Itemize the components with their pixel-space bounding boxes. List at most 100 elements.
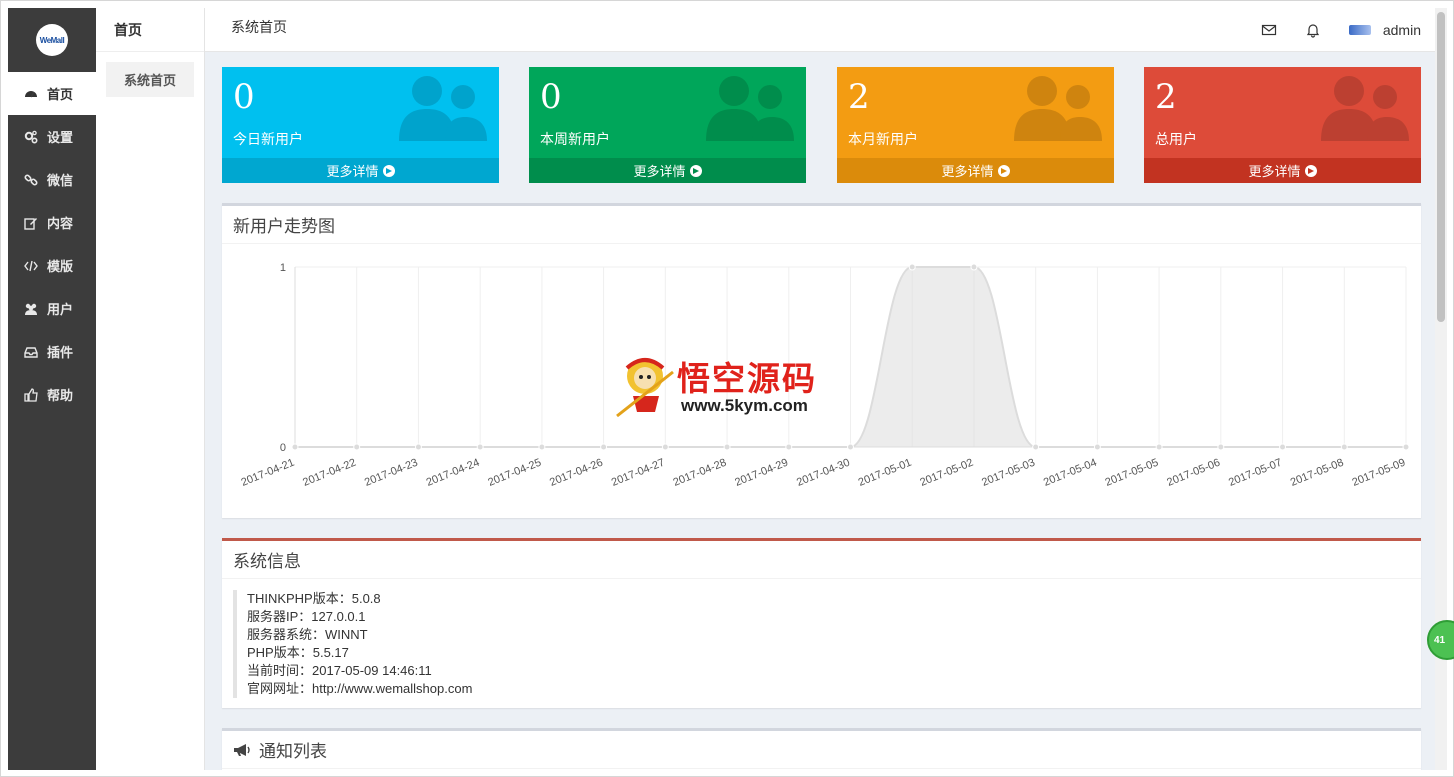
data-point <box>1279 443 1287 451</box>
notice-box-title: 通知列表 <box>222 731 1421 769</box>
sidebar-item-label: 内容 <box>47 216 74 231</box>
data-point <box>291 443 299 451</box>
page-title: 系统首页 <box>231 19 287 35</box>
bullhorn-icon <box>234 743 250 756</box>
x-tick-label: 2017-04-28 <box>672 457 729 489</box>
x-tick-label: 2017-04-26 <box>548 457 605 489</box>
watermark-url: www.5kym.com <box>681 396 808 415</box>
avatar[interactable] <box>1348 25 1371 35</box>
envelope-icon[interactable] <box>1261 22 1277 38</box>
stat-label: 本周新用户 <box>540 131 610 147</box>
x-tick-label: 2017-04-25 <box>486 457 543 489</box>
header-actions: admin <box>1261 8 1421 52</box>
arrow-circle-right-icon <box>689 164 702 177</box>
sidebar-item-label: 模版 <box>47 259 74 274</box>
more-details-link[interactable]: 更多详情 <box>222 158 499 183</box>
sidebar-item-1[interactable]: 设置 <box>8 115 96 158</box>
subbar-item-system-home[interactable]: 系统首页 <box>106 62 194 97</box>
data-point <box>538 443 546 451</box>
watermark-title: 悟空源码 <box>677 359 817 398</box>
stat-card-week: 0 本周新用户 更多详情 <box>529 67 806 183</box>
data-point <box>353 443 361 451</box>
x-tick-label: 2017-04-30 <box>795 457 852 489</box>
x-tick-label: 2017-05-01 <box>857 457 914 489</box>
sysinfo-line: 服务器IP：127.0.0.1 <box>247 609 366 624</box>
x-tick-label: 2017-04-23 <box>363 457 420 489</box>
sub-sidebar: 首页 系统首页 <box>96 8 205 770</box>
chart-box-title: 新用户走势图 <box>222 206 1421 244</box>
stat-card-month: 2 本月新用户 更多详情 <box>837 67 1114 183</box>
sysinfo-line: PHP版本：5.5.17 <box>247 645 349 660</box>
sysinfo-box-title: 系统信息 <box>222 541 1421 579</box>
y-tick-label: 1 <box>280 262 286 274</box>
data-point <box>476 443 484 451</box>
data-point <box>1032 443 1040 451</box>
thumbs-up-icon <box>24 387 38 402</box>
data-point <box>1093 443 1101 451</box>
notice-box: 通知列表 <box>222 728 1421 770</box>
sysinfo-box: 系统信息 THINKPHP版本：5.0.8 服务器IP：127.0.0.1 服务… <box>222 538 1421 708</box>
stat-label: 总用户 <box>1155 131 1197 147</box>
monkey-king-logo <box>616 358 674 418</box>
watermark: 悟空源码 www.5kym.com <box>615 350 845 422</box>
data-point <box>723 443 731 451</box>
bell-icon[interactable] <box>1305 22 1321 38</box>
arrow-circle-right-icon <box>1304 164 1317 177</box>
sidebar-item-0[interactable]: 首页 <box>8 72 96 115</box>
stat-card-total: 2 总用户 更多详情 <box>1144 67 1421 183</box>
sysinfo-line: 官网网址：http://www.wemallshop.com <box>247 681 473 696</box>
sysinfo-list: THINKPHP版本：5.0.8 服务器IP：127.0.0.1 服务器系统：W… <box>233 590 1421 698</box>
x-tick-label: 2017-05-03 <box>980 457 1037 489</box>
x-tick-label: 2017-05-04 <box>1042 457 1099 489</box>
link-icon <box>24 173 38 187</box>
sysinfo-line: 当前时间：2017-05-09 14:46:11 <box>247 663 432 678</box>
more-details-link[interactable]: 更多详情 <box>1144 158 1421 183</box>
data-point <box>1155 443 1163 451</box>
scrollbar-thumb[interactable] <box>1437 12 1445 322</box>
data-point <box>600 443 608 451</box>
sidebar-item-7[interactable]: 帮助 <box>8 373 96 416</box>
users-icon <box>1014 76 1102 141</box>
sidebar-item-3[interactable]: 内容 <box>8 201 96 244</box>
sidebar-item-label: 设置 <box>47 130 74 145</box>
sidebar-item-2[interactable]: 微信 <box>8 158 96 201</box>
data-point <box>1340 443 1348 451</box>
data-point <box>1402 443 1410 451</box>
code-icon <box>24 259 38 273</box>
top-header: 系统首页 admin <box>205 8 1435 52</box>
sidebar-item-label: 用户 <box>47 302 74 317</box>
main-sidebar: WeMall 首页设置微信内容模版用户插件 帮助 <box>8 8 96 770</box>
sidebar-item-5[interactable]: 用户 <box>8 287 96 330</box>
data-point <box>1217 443 1225 451</box>
stat-label: 今日新用户 <box>233 131 303 147</box>
data-point <box>414 443 422 451</box>
sidebar-item-6[interactable]: 插件 <box>8 330 96 373</box>
sysinfo-line: 服务器系统：WINNT <box>247 627 368 642</box>
arrow-circle-right-icon <box>382 164 395 177</box>
x-tick-label: 2017-05-02 <box>918 457 975 489</box>
wemall-logo[interactable]: WeMall <box>36 24 68 56</box>
x-tick-label: 2017-05-06 <box>1165 457 1222 489</box>
stat-card-today: 0 今日新用户 更多详情 <box>222 67 499 183</box>
data-point <box>785 443 793 451</box>
subbar-title: 首页 <box>96 8 204 52</box>
y-tick-label: 0 <box>280 442 286 454</box>
x-tick-label: 2017-04-27 <box>610 457 667 489</box>
x-tick-label: 2017-05-07 <box>1227 457 1284 489</box>
users-icon <box>399 76 487 141</box>
sidebar-item-4[interactable]: 模版 <box>8 244 96 287</box>
x-tick-label: 2017-04-21 <box>239 457 296 489</box>
dashboard-icon <box>24 87 38 101</box>
more-details-link[interactable]: 更多详情 <box>837 158 1114 183</box>
stat-value: 2 <box>1155 77 1177 117</box>
stat-value: 2 <box>848 77 870 117</box>
sysinfo-line: THINKPHP版本：5.0.8 <box>247 591 381 606</box>
username[interactable]: admin <box>1383 22 1421 38</box>
stat-value: 0 <box>233 77 255 117</box>
x-tick-label: 2017-05-05 <box>1104 457 1161 489</box>
data-point <box>908 263 916 271</box>
inbox-icon <box>24 345 38 359</box>
more-details-link[interactable]: 更多详情 <box>529 158 806 183</box>
x-tick-label: 2017-05-08 <box>1289 457 1346 489</box>
gears-icon <box>24 130 38 144</box>
